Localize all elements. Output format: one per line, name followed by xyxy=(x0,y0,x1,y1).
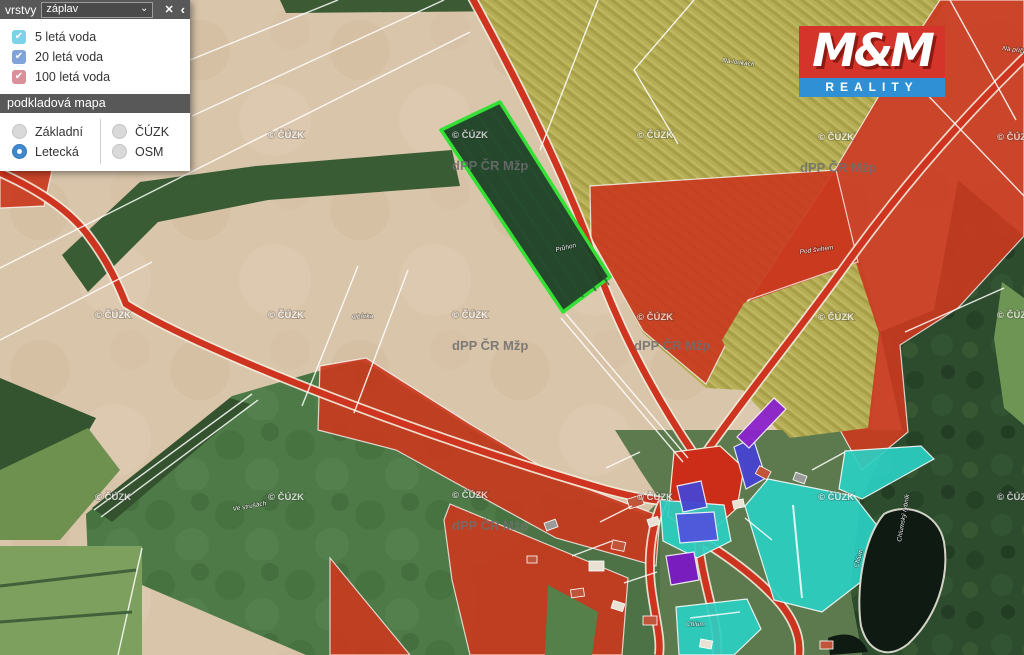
basemap-radio-čúzk[interactable] xyxy=(112,124,127,139)
basemap-option-label: Základní xyxy=(35,125,83,139)
building xyxy=(820,641,833,649)
cuzk-watermark: © ČÚZK xyxy=(818,491,854,503)
close-icon[interactable]: ✕ xyxy=(164,3,173,16)
flood-layer-label: 20 letá voda xyxy=(35,50,103,64)
dpp-watermark: dPP ČR Mžp xyxy=(634,338,710,353)
basemap-column-1: Základní Letecká xyxy=(0,119,100,164)
flood-layer-label: 5 letá voda xyxy=(35,30,96,44)
flood-layer-checkbox-0[interactable]: ✔ xyxy=(12,30,26,44)
building xyxy=(589,561,604,571)
basemap-radio-základní[interactable] xyxy=(12,124,27,139)
flood-layer-label: 100 letá voda xyxy=(35,70,110,84)
dpp-watermark: dPP ČR Mžp xyxy=(452,158,528,173)
basemap-options: Základní Letecká ČÚZK OSM xyxy=(0,113,190,171)
dpp-watermark: dPP ČR Mžp xyxy=(452,518,528,533)
chevron-down-icon: ⌄ xyxy=(140,2,148,15)
basemap-option-row: Základní xyxy=(12,124,100,139)
cuzk-watermark: © ČÚZK xyxy=(637,311,673,323)
building xyxy=(527,556,537,563)
cuzk-watermark: © ČÚZK xyxy=(95,309,131,321)
cuzk-watermark: © ČÚZK xyxy=(997,491,1024,503)
basemap-option-label: ČÚZK xyxy=(135,125,169,139)
basemap-option-row: ČÚZK xyxy=(112,124,190,139)
building xyxy=(732,499,744,509)
basemap-option-row: OSM xyxy=(112,144,190,159)
flood-purple-zone xyxy=(666,552,699,585)
flood-layer-row: ✔ 100 letá voda xyxy=(12,70,178,84)
flood-layer-row: ✔ 20 letá voda xyxy=(12,50,178,64)
cuzk-watermark: © ČÚZK xyxy=(818,131,854,143)
basemap-radio-osm[interactable] xyxy=(112,144,127,159)
basemap-option-label: OSM xyxy=(135,145,163,159)
flood-20yr-zone xyxy=(676,512,718,543)
cuzk-watermark: © ČÚZK xyxy=(452,309,488,321)
cuzk-watermark: © ČÚZK xyxy=(95,491,131,503)
layers-panel: vrstvy záplav ⌄ ✕ ‹ ✔ 5 letá voda ✔ 20 letá… xyxy=(0,0,190,171)
basemap-option-row: Letecká xyxy=(12,144,100,159)
cuzk-watermark: © ČÚZK xyxy=(637,491,673,503)
flood-layer-checkbox-2[interactable]: ✔ xyxy=(12,70,26,84)
flood-layer-row: ✔ 5 letá voda xyxy=(12,30,178,44)
building xyxy=(643,616,657,625)
cuzk-watermark: © ČÚZK xyxy=(637,129,673,141)
basemap-radio-letecká[interactable] xyxy=(12,144,27,159)
flood-map-app: © ČÚZK © ČÚZK © ČÚZK © ČÚZK © ČÚZK © ČÚZK © ČÚ… xyxy=(0,0,1024,655)
cuzk-watermark: © ČÚZK xyxy=(452,489,488,501)
basemap-header: podkladová mapa xyxy=(0,94,190,113)
building xyxy=(699,639,712,649)
mm-reality-logo: M&M REALITY xyxy=(799,26,945,97)
cuzk-watermark: © ČÚZK xyxy=(268,309,304,321)
logo-reality-text: REALITY xyxy=(799,78,945,97)
layers-label: vrstvy xyxy=(5,3,36,17)
logo-mm-text: M&M xyxy=(799,26,945,78)
dpp-watermark: dPP ČR Mžp xyxy=(800,160,876,175)
layer-select-value: záplav xyxy=(46,3,78,16)
field-bottom-left xyxy=(0,546,142,655)
cuzk-watermark: © ČÚZK xyxy=(997,309,1024,321)
cuzk-watermark: © ČÚZK xyxy=(268,491,304,503)
collapse-icon[interactable]: ‹ xyxy=(181,2,185,17)
cuzk-watermark: © ČÚZK xyxy=(452,129,488,141)
cuzk-watermark: © ČÚZK xyxy=(268,129,304,141)
layer-select[interactable]: záplav ⌄ xyxy=(41,2,153,18)
cuzk-watermark: © ČÚZK xyxy=(818,311,854,323)
basemap-option-label: Letecká xyxy=(35,145,79,159)
field-name-label: Chlum xyxy=(686,621,705,628)
field-name-label: Obůrka xyxy=(352,312,374,321)
cuzk-watermark: © ČÚZK xyxy=(997,131,1024,143)
dpp-watermark: dPP ČR Mžp xyxy=(452,338,528,353)
layers-panel-header: vrstvy záplav ⌄ ✕ ‹ xyxy=(0,0,190,19)
flood-layer-checkboxes: ✔ 5 letá voda ✔ 20 letá voda ✔ 100 letá voda xyxy=(0,19,190,94)
flood-layer-checkbox-1[interactable]: ✔ xyxy=(12,50,26,64)
flood-20yr-zone xyxy=(677,481,707,512)
building xyxy=(571,588,585,598)
basemap-column-2: ČÚZK OSM xyxy=(100,119,190,164)
